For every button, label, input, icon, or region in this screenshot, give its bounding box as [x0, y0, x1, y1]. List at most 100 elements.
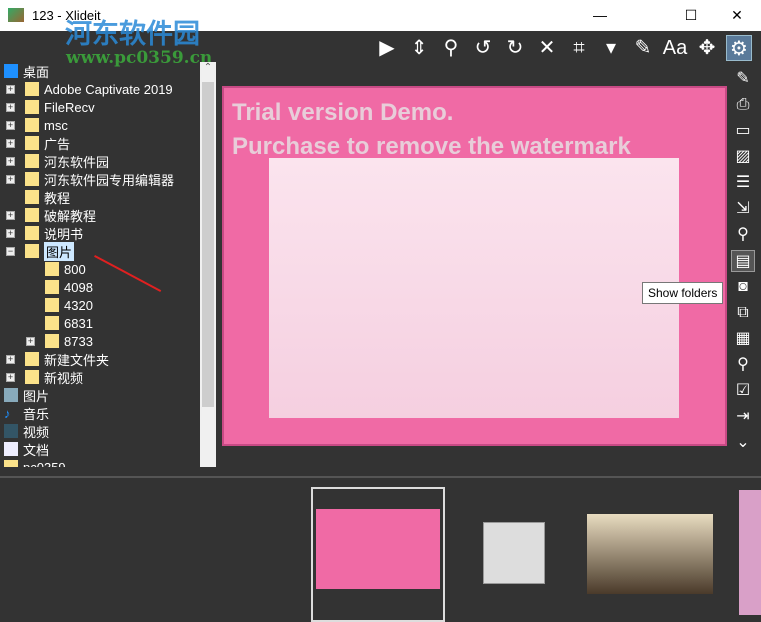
list-icon[interactable]: ☰ [731, 172, 755, 194]
folders-icon[interactable]: ▤ [731, 250, 755, 272]
music-icon: ♪ [4, 406, 11, 421]
folder-icon [45, 298, 59, 312]
tree-item-label: 新建文件夹 [44, 352, 110, 368]
tree-item-label: 视频 [23, 424, 50, 440]
thumbnail-document[interactable] [483, 522, 545, 584]
text-size-icon[interactable]: Aa [662, 35, 688, 61]
minimize-button[interactable]: — [577, 0, 623, 31]
edit-icon[interactable]: ✎ [630, 35, 656, 61]
tree-item[interactable]: + 河东软件园专用编辑器 [0, 170, 200, 188]
expand-icon[interactable]: + [6, 84, 15, 94]
tree-item-label: 图片 [23, 388, 50, 404]
tree-item-label: 教程 [44, 190, 71, 206]
tree-item[interactable]: 4098 [0, 278, 200, 296]
expand-icon[interactable]: − [6, 246, 15, 256]
move-icon[interactable]: ✥ [694, 35, 720, 61]
settings-icon[interactable]: ⚙ [726, 35, 752, 61]
tree-item[interactable]: 视频 [0, 422, 200, 440]
search-doc-icon[interactable]: ⚲ [731, 354, 755, 376]
expand-icon[interactable]: + [6, 354, 15, 364]
tree-item[interactable]: + 河东软件园 [0, 152, 200, 170]
scrollbar-thumb[interactable] [202, 82, 214, 407]
tree-item[interactable]: 桌面 [0, 62, 200, 80]
tree-item[interactable]: + Adobe Captivate 2019 [0, 80, 200, 98]
expand-icon[interactable]: + [6, 372, 15, 382]
trial-line-1: Trial version Demo. [232, 99, 454, 126]
scroll-up-icon[interactable]: ⌃ [200, 62, 216, 73]
find-icon[interactable]: ⚲ [731, 224, 755, 246]
tree-item[interactable]: 图片 [0, 386, 200, 404]
expand-icon[interactable]: + [6, 138, 15, 148]
tree-item-label: 广告 [44, 136, 71, 152]
image-content [269, 158, 679, 418]
image-icon[interactable]: ▨ [731, 146, 755, 168]
expand-icon[interactable]: + [26, 336, 35, 346]
folder-icon [25, 100, 39, 114]
tree-item[interactable]: + msc [0, 116, 200, 134]
rotate-left-icon[interactable]: ↺ [470, 35, 496, 61]
tree-item[interactable]: 文档 [0, 440, 200, 458]
chevron-down-icon[interactable]: ⌄ [731, 432, 755, 454]
tree-item-label: msc [44, 117, 68, 133]
expand-icon[interactable]: + [6, 228, 15, 238]
check-icon[interactable]: ☑ [731, 380, 755, 402]
tree-item[interactable]: +8733 [0, 332, 200, 350]
tree-item[interactable]: + 新建文件夹 [0, 350, 200, 368]
right-toolbar: ✎ ⎙ ▭ ▨ ☰ ⇲ ⚲ ▤ ◙ ⧉ ▦ ⚲ ☑ ⇥ ⌄ [731, 68, 757, 454]
tree-item-label: 破解教程 [44, 208, 97, 224]
tree-item[interactable]: pc0359 [0, 458, 200, 467]
folder-tree: 桌面 + Adobe Captivate 2019 + FileRecv + msc + 广告 +… [0, 62, 200, 467]
folder-icon [25, 226, 39, 240]
print-icon[interactable]: ⎙ [731, 94, 755, 116]
tree-item[interactable]: + 说明书 [0, 224, 200, 242]
tree-item[interactable]: 4320 [0, 296, 200, 314]
maximize-button[interactable]: ☐ [668, 0, 714, 31]
desktop-icon [4, 64, 18, 78]
tree-item-label: 说明书 [44, 226, 84, 242]
thumbnail-photo[interactable] [587, 514, 713, 594]
exit-icon[interactable]: ⇥ [731, 406, 755, 428]
tree-item[interactable]: 6831 [0, 314, 200, 332]
updown-icon[interactable]: ⇕ [406, 35, 432, 61]
zoom-icon[interactable]: ⚲ [438, 35, 464, 61]
tree-item[interactable]: + 新视频 [0, 368, 200, 386]
folder-icon [45, 280, 59, 294]
thumbnail-partial[interactable] [739, 490, 761, 615]
tree-item-label: 音乐 [23, 406, 50, 422]
folder-icon [4, 460, 18, 467]
scanner-icon[interactable]: ▭ [731, 120, 755, 142]
image-viewer[interactable]: Trial version Demo. Purchase to remove t… [222, 86, 727, 446]
play-icon[interactable]: ▶ [374, 35, 400, 61]
expand-icon[interactable]: + [6, 210, 15, 220]
tree-item[interactable]: + FileRecv [0, 98, 200, 116]
expand-icon[interactable]: + [6, 102, 15, 112]
tree-item[interactable]: + 破解教程 [0, 206, 200, 224]
folder-icon [25, 136, 39, 150]
tree-item-label: Adobe Captivate 2019 [44, 81, 173, 97]
document-icon[interactable]: ▦ [731, 328, 755, 350]
expand-icon[interactable]: + [6, 174, 15, 184]
crop-icon[interactable]: ⌗ [566, 35, 592, 61]
tree-item-label: 4320 [64, 297, 93, 313]
export-icon[interactable]: ⇲ [731, 198, 755, 220]
expand-icon[interactable]: + [6, 156, 15, 166]
tree-item[interactable]: ♪ 音乐 [0, 404, 200, 422]
tree-item[interactable]: 教程 [0, 188, 200, 206]
trial-line-2: Purchase to remove the watermark [232, 133, 631, 160]
tree-item-label: 4098 [64, 279, 93, 295]
tree-item-label: 6831 [64, 315, 93, 331]
folder-icon [25, 370, 39, 384]
delete-icon[interactable]: ✕ [534, 35, 560, 61]
rotate-right-icon[interactable]: ↻ [502, 35, 528, 61]
camera-icon[interactable]: ◙ [731, 276, 755, 298]
dropdown-icon[interactable]: ▾ [598, 35, 624, 61]
close-button[interactable]: ✕ [714, 0, 760, 31]
folder-icon [25, 118, 39, 132]
tree-item[interactable]: 800 [0, 260, 200, 278]
tree-item[interactable]: + 广告 [0, 134, 200, 152]
thumbnail-selected[interactable] [311, 487, 445, 622]
edit-icon[interactable]: ✎ [731, 68, 755, 90]
expand-icon[interactable]: + [6, 120, 15, 130]
tree-item-label: 河东软件园专用编辑器 [44, 172, 175, 188]
copy-icon[interactable]: ⧉ [731, 302, 755, 324]
